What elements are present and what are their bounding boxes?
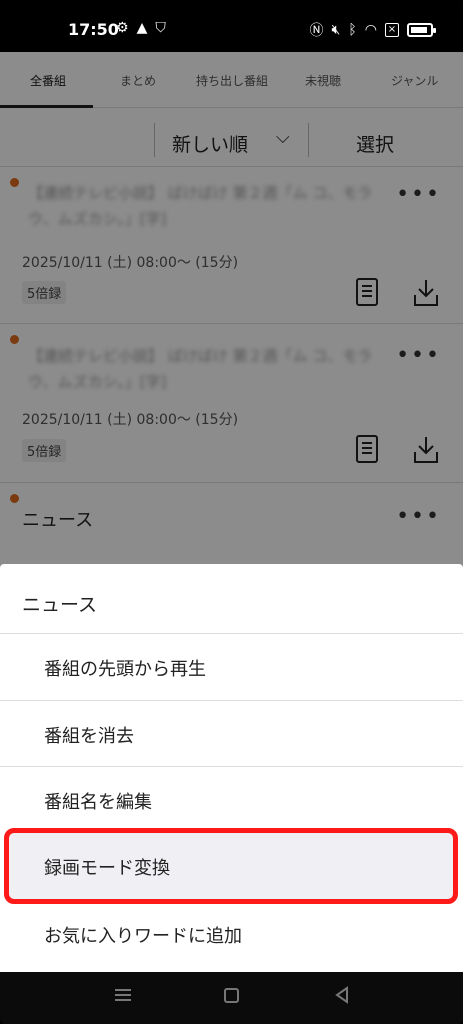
menu-item-label: 番組名を編集	[44, 792, 152, 813]
settings-sync-icon: ⚙	[116, 20, 129, 36]
bottom-sheet: ニュース 番組の先頭から再生 番組を消去 番組名を編集 お気に入りワードに追加	[0, 564, 463, 972]
menu-item-label: 録画モード変換	[44, 858, 170, 879]
recent-apps-icon[interactable]	[115, 988, 131, 1002]
status-right-icons: Ⓝ 🔇︎ ᛒ ◠ ×	[309, 20, 436, 40]
menu-item-edit-name[interactable]: 番組名を編集	[0, 767, 463, 833]
menu-item-convert-record-mode[interactable]: 録画モード変換	[4, 828, 458, 904]
warning-icon: ▲	[136, 20, 148, 36]
menu-item-delete[interactable]: 番組を消去	[0, 701, 463, 767]
menu-item-play-from-start[interactable]: 番組の先頭から再生	[0, 634, 463, 700]
sheet-title: ニュース	[22, 594, 98, 616]
close-box-icon: ×	[385, 23, 399, 37]
shield-icon: ⛉	[155, 20, 166, 36]
menu-item-add-favorite-word[interactable]: お気に入りワードに追加	[0, 901, 463, 967]
bluetooth-icon: ᛒ	[348, 22, 357, 38]
wifi-icon: ◠	[364, 22, 377, 38]
phone-screen: 17:50 ⚙ ▲ ⛉ Ⓝ 🔇︎ ᛒ ◠ × 全番組 まとめ 持ち出し番組 未視…	[0, 0, 463, 1024]
back-icon[interactable]	[332, 985, 352, 1005]
home-icon[interactable]	[224, 988, 239, 1003]
nfc-icon: Ⓝ	[309, 23, 324, 39]
navigation-bar	[0, 972, 463, 1024]
menu-item-label: 番組を消去	[44, 726, 134, 747]
mute-icon: 🔇︎	[331, 22, 341, 38]
status-left-icons: ⚙ ▲ ⛉	[116, 20, 166, 36]
menu-item-label: お気に入りワードに追加	[44, 926, 242, 947]
menu-item-label: 番組の先頭から再生	[44, 659, 206, 680]
status-time: 17:50	[68, 20, 119, 39]
battery-icon	[407, 23, 436, 37]
status-bar: 17:50 ⚙ ▲ ⛉ Ⓝ 🔇︎ ᛒ ◠ ×	[0, 0, 463, 52]
